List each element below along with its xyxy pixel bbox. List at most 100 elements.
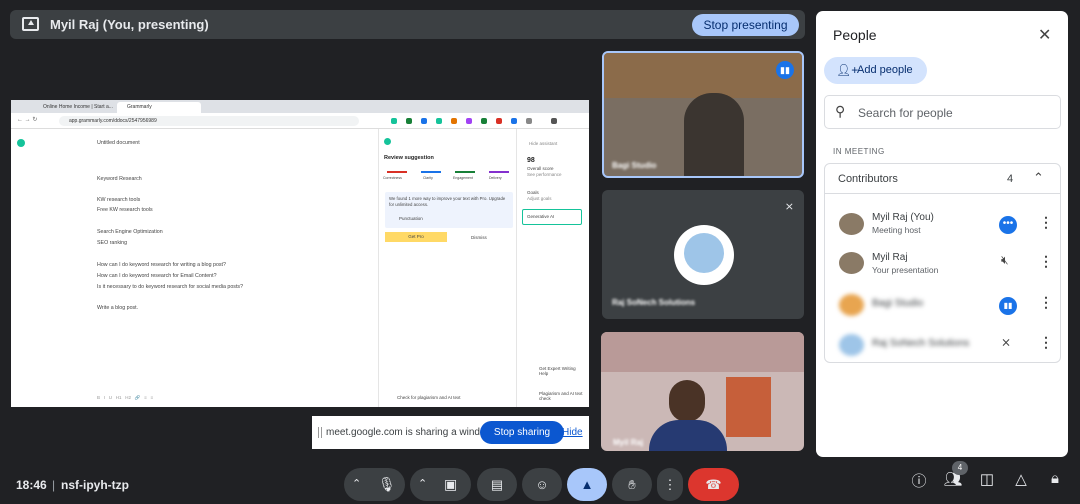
more-options-button[interactable]: ⋮	[657, 468, 683, 501]
stop-sharing-button[interactable]: Stop sharing	[480, 421, 564, 444]
member-row: Raj SoNech Solutions ⨯ ⋮	[825, 325, 1060, 365]
member-row: Myil Raj (You) Meeting host ••• ⋮	[825, 206, 1060, 246]
host-controls-icon[interactable]: 🔒︎	[1043, 470, 1067, 487]
more-options-icon[interactable]: ⋮	[1039, 214, 1053, 231]
doc-line: KW research tools	[97, 197, 141, 203]
people-panel: People ✕ 👤︎+ Add people ⚲ Search for peo…	[816, 11, 1068, 457]
person-head	[669, 380, 705, 422]
clock: 18:46	[16, 478, 47, 492]
stop-presenting-button[interactable]: Stop presenting	[692, 14, 799, 36]
people-count-badge: 4	[952, 461, 968, 475]
member-name: Bagi Studio	[872, 298, 924, 309]
score-label: Overall score	[527, 166, 554, 171]
grammarly-logo-icon	[384, 138, 391, 145]
close-icon[interactable]: ✕	[1038, 25, 1051, 45]
globe-logo-icon	[684, 233, 724, 273]
more-options-icon[interactable]: ⋮	[1039, 253, 1053, 270]
chevron-up-icon[interactable]: ⌃	[418, 468, 427, 501]
contributors-header[interactable]: Contributors 4 ⌃	[825, 164, 1060, 194]
extension-icon	[526, 118, 532, 124]
category-bar	[387, 171, 407, 173]
doc-line: SEO ranking	[97, 240, 128, 246]
doc-line: Write a blog post.	[97, 305, 139, 311]
microphone-icon[interactable]: 🎙︎	[378, 468, 396, 501]
format-toolbar: B I U H1 H2 🔗 ≡ ≡	[97, 395, 154, 400]
chat-icon[interactable]: ◫	[975, 470, 999, 488]
mic-control[interactable]: ⌃ 🎙︎	[344, 468, 405, 501]
background-wall	[601, 332, 804, 372]
hide-assistant-link: Hide assistant	[529, 141, 558, 146]
participant-tile[interactable]: ▮▮ Bagi Studio	[602, 51, 804, 178]
hang-up-icon: ☎︎	[705, 477, 722, 492]
generative-ai-button: Generative AI	[522, 209, 582, 225]
section-heading: IN MEETING	[833, 147, 885, 156]
add-person-icon: 👤︎+	[836, 63, 859, 77]
doc-line: Free KW research tools	[97, 207, 153, 213]
participant-name: Raj SoNech Solutions	[612, 298, 696, 307]
more-options-icon[interactable]: ⋮	[1039, 294, 1053, 311]
review-panel: Review suggestion Correctness Clarity En…	[378, 129, 516, 407]
leave-call-button[interactable]: ☎︎	[688, 468, 739, 501]
participant-name: Myil Raj	[613, 438, 644, 447]
more-options-icon[interactable]: ⋮	[1039, 334, 1053, 351]
member-sub: Your presentation	[872, 265, 939, 275]
group-count: 4	[1007, 173, 1014, 185]
member-name: Myil Raj	[872, 252, 908, 263]
participant-name: Bagi Studio	[612, 161, 657, 170]
category-label: Engagement	[453, 176, 473, 180]
search-people-field[interactable]: ⚲ Search for people	[824, 95, 1061, 129]
member-row: Bagi Studio ▮▮ ⋮	[825, 286, 1060, 326]
shared-screen: Online Home Income | Start a... Grammarl…	[11, 100, 589, 407]
divider: |	[52, 478, 56, 492]
drag-handle-icon[interactable]	[318, 427, 322, 438]
meeting-code: nsf-ipyh-tzp	[61, 478, 129, 492]
extension-icon	[406, 118, 412, 124]
browser-tab-strip: Online Home Income | Start a... Grammarl…	[11, 100, 589, 113]
score-sidebar: Hide assistant 98 Overall score See perf…	[516, 129, 589, 407]
volume-off-icon: 🔇︎	[1001, 253, 1009, 267]
reactions-button[interactable]: ☺	[522, 468, 562, 501]
doc-line: Is it necessary to do keyword research f…	[97, 284, 244, 290]
doc-title: Untitled document	[97, 140, 140, 146]
chevron-up-icon[interactable]: ⌃	[1033, 170, 1044, 186]
present-button[interactable]: ▲	[567, 468, 607, 501]
info-icon[interactable]: ⓘ	[907, 470, 931, 491]
presenting-title: Myil Raj (You, presenting)	[50, 17, 209, 32]
participant-tile[interactable]: Myil Raj	[601, 332, 804, 451]
doc-line: How can I do keyword research for Email …	[97, 273, 217, 279]
plagiarism-item: Plagiarism and AI text check	[539, 391, 583, 401]
sharing-notice-text: meet.google.com is sharing a window.	[326, 427, 495, 438]
member-sub: Meeting host	[872, 225, 921, 235]
raise-hand-button[interactable]: ✋︎	[612, 468, 652, 501]
camera-control[interactable]: ⌃ ▣	[410, 468, 471, 501]
browser-tab: Online Home Income | Start a...	[43, 104, 113, 110]
avatar	[839, 294, 864, 316]
participant-tile[interactable]: ⨯ Raj SoNech Solutions	[602, 190, 804, 319]
member-name: Myil Raj (You)	[872, 212, 934, 223]
grammarly-logo-icon	[17, 139, 25, 147]
add-people-button[interactable]: 👤︎+ Add people	[824, 57, 927, 84]
panel-title: People	[833, 27, 877, 43]
score-sub: See performance	[527, 172, 562, 177]
extension-icon	[421, 118, 427, 124]
get-pro-button: Get Pro	[385, 232, 447, 242]
extension-icon	[481, 118, 487, 124]
expert-help-item: Get Expert Writing Help	[539, 366, 576, 376]
presenting-bar: Myil Raj (You, presenting) Stop presenti…	[10, 10, 805, 39]
browser-url-bar: ← → ↻ app.grammarly.com/ddocs/2547956989	[11, 113, 589, 129]
category-bar	[489, 171, 509, 173]
captions-button[interactable]: ▤	[477, 468, 517, 501]
person-silhouette	[684, 93, 744, 176]
dismiss-link: Dismiss	[471, 235, 487, 240]
chevron-up-icon[interactable]: ⌃	[352, 468, 361, 501]
activities-icon[interactable]: △	[1009, 470, 1033, 488]
camera-icon[interactable]: ▣	[444, 468, 457, 501]
sharing-notice: meet.google.com is sharing a window. Sto…	[312, 416, 589, 449]
more-vert-icon: ⋮	[663, 477, 677, 492]
hide-notice-link[interactable]: Hide	[562, 427, 583, 438]
avatar	[839, 334, 864, 356]
captions-icon: ▤	[490, 477, 504, 492]
review-title: Review suggestion	[384, 155, 434, 161]
profile-icon	[551, 118, 557, 124]
nav-arrows-icon: ← → ↻	[17, 117, 38, 123]
